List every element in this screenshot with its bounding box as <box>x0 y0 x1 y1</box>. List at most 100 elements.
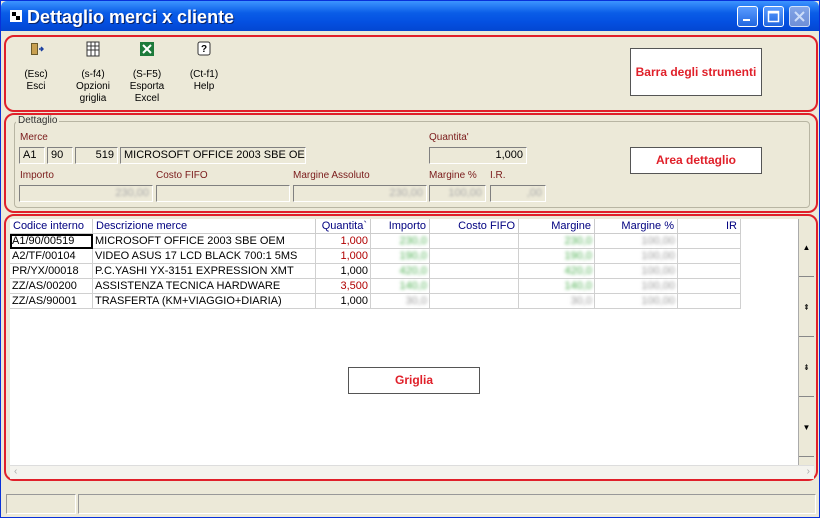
vertical-scrollbar[interactable]: ▲ ⇞ ⇟ ▼ <box>798 219 814 465</box>
cell-margine-pct[interactable]: 100,00 <box>594 233 678 249</box>
cell-descrizione[interactable]: ASSISTENZA TECNICA HARDWARE <box>92 278 316 294</box>
exit-label: Esci <box>26 81 46 92</box>
cell-costo[interactable] <box>429 233 519 249</box>
svg-text:?: ? <box>201 44 207 55</box>
scroll-left-icon[interactable]: ‹ <box>14 466 17 477</box>
merce-description-field[interactable]: MICROSOFT OFFICE 2003 SBE OEM <box>120 147 306 164</box>
scroll-page-down-button[interactable]: ⇟ <box>799 339 814 397</box>
exit-door-icon <box>31 43 45 55</box>
cell-importo[interactable]: 420,0 <box>370 263 430 279</box>
col-codice[interactable]: Codice interno <box>10 219 93 234</box>
cell-importo[interactable]: 190,0 <box>370 248 430 264</box>
data-table: Codice interno Descrizione merce Quantit… <box>10 219 741 309</box>
cell-margine[interactable]: 30,0 <box>518 293 595 309</box>
export-excel-button[interactable]: (S-F5) Esporta Excel <box>117 41 177 105</box>
cell-ir[interactable] <box>677 233 741 249</box>
cell-codice[interactable]: PR/YX/00018 <box>10 263 93 279</box>
close-button[interactable] <box>789 6 810 27</box>
cell-ir[interactable] <box>677 278 741 294</box>
margine-assoluto-label: Margine Assoluto <box>293 170 370 181</box>
scroll-last-button[interactable]: ▼ <box>799 399 814 457</box>
cell-codice[interactable]: A2/TF/00104 <box>10 248 93 264</box>
table-row[interactable]: ZZ/AS/00200 ASSISTENZA TECNICA HARDWARE … <box>10 278 741 294</box>
margine-assoluto-field[interactable]: 230,00 <box>293 185 427 202</box>
quantita-field[interactable]: 1,000 <box>429 147 527 164</box>
scroll-right-icon[interactable]: › <box>807 466 810 477</box>
margine-assoluto-value: 230,00 <box>389 187 423 199</box>
help-shortcut: (Ct-f1) <box>189 69 219 80</box>
margine-pct-value: 100,00 <box>448 187 482 199</box>
cell-descrizione[interactable]: TRASFERTA (KM+VIAGGIO+DIARIA) <box>92 293 316 309</box>
merce-code3-field[interactable]: 519 <box>75 147 118 164</box>
merce-code1-field[interactable]: A1 <box>19 147 45 164</box>
cell-margine-pct[interactable]: 100,00 <box>594 263 678 279</box>
horizontal-scrollbar[interactable]: ‹ › <box>10 465 814 479</box>
cell-quantita[interactable]: 1,000 <box>315 293 371 309</box>
cell-quantita[interactable]: 3,500 <box>315 278 371 294</box>
cell-margine[interactable]: 190,0 <box>518 248 595 264</box>
cell-codice[interactable]: ZZ/AS/90001 <box>10 293 93 309</box>
cell-margine-pct[interactable]: 100,00 <box>594 293 678 309</box>
cell-costo[interactable] <box>429 263 519 279</box>
cell-margine[interactable]: 140,0 <box>518 278 595 294</box>
cell-descrizione[interactable]: P.C.YASHI YX-3151 EXPRESSION XMT <box>92 263 316 279</box>
exit-button[interactable]: (Esc) Esci <box>6 41 66 93</box>
costo-fifo-label: Costo FIFO <box>156 170 208 181</box>
cell-ir[interactable] <box>677 248 741 264</box>
cell-ir[interactable] <box>677 293 741 309</box>
cell-descrizione[interactable]: MICROSOFT OFFICE 2003 SBE OEM <box>92 233 316 249</box>
title-bar[interactable]: Dettaglio merci x cliente <box>1 1 819 31</box>
ir-field[interactable]: ,00 <box>490 185 546 202</box>
ir-value: ,00 <box>526 187 542 199</box>
data-grid[interactable]: Codice interno Descrizione merce Quantit… <box>10 219 798 465</box>
costo-fifo-field[interactable] <box>156 185 290 202</box>
cell-margine-pct[interactable]: 100,00 <box>594 248 678 264</box>
grid-options-shortcut: (s-f4) <box>81 69 105 80</box>
detail-panel: Dettaglio Merce A1 90 519 MICROSOFT OFFI… <box>4 113 818 213</box>
help-button[interactable]: ? (Ct-f1) Help <box>174 41 234 93</box>
table-header: Codice interno Descrizione merce Quantit… <box>10 219 741 234</box>
cell-ir[interactable] <box>677 263 741 279</box>
cell-quantita[interactable]: 1,000 <box>315 248 371 264</box>
cell-descrizione[interactable]: VIDEO ASUS 17 LCD BLACK 700:1 5MS <box>92 248 316 264</box>
importo-value: 230,00 <box>115 187 149 199</box>
arrow-down-icon: ▼ <box>802 423 811 432</box>
scroll-first-button[interactable]: ▲ <box>799 219 814 277</box>
cell-importo[interactable]: 140,0 <box>370 278 430 294</box>
cell-importo[interactable]: 30,0 <box>370 293 430 309</box>
scroll-page-up-button[interactable]: ⇞ <box>799 279 814 337</box>
merce-code2-field[interactable]: 90 <box>47 147 73 164</box>
status-cell-2 <box>78 494 816 514</box>
grid-options-button[interactable]: (s-f4) Opzioni griglia <box>63 41 123 105</box>
cell-margine-pct[interactable]: 100,00 <box>594 278 678 294</box>
cell-quantita[interactable]: 1,000 <box>315 263 371 279</box>
cell-costo[interactable] <box>429 293 519 309</box>
table-row[interactable]: ZZ/AS/90001 TRASFERTA (KM+VIAGGIO+DIARIA… <box>10 293 741 309</box>
minimize-button[interactable] <box>737 6 758 27</box>
cell-importo[interactable]: 230,0 <box>370 233 430 249</box>
exit-shortcut: (Esc) <box>24 69 48 80</box>
table-row[interactable]: PR/YX/00018 P.C.YASHI YX-3151 EXPRESSION… <box>10 263 741 279</box>
col-ir[interactable]: IR <box>677 219 741 234</box>
grid-callout: Griglia <box>348 367 480 394</box>
cell-costo[interactable] <box>429 248 519 264</box>
table-row[interactable]: A1/90/00519 MICROSOFT OFFICE 2003 SBE OE… <box>10 233 741 249</box>
col-costo-fifo[interactable]: Costo FIFO <box>429 219 519 234</box>
col-descrizione[interactable]: Descrizione merce <box>92 219 316 234</box>
table-row[interactable]: A2/TF/00104 VIDEO ASUS 17 LCD BLACK 700:… <box>10 248 741 264</box>
col-quantita[interactable]: Quantita` <box>315 219 371 234</box>
merce-label: Merce <box>20 132 48 143</box>
grid-panel: Codice interno Descrizione merce Quantit… <box>4 214 818 481</box>
col-margine-pct[interactable]: Margine % <box>594 219 678 234</box>
cell-margine[interactable]: 420,0 <box>518 263 595 279</box>
cell-quantita[interactable]: 1,000 <box>315 233 371 249</box>
cell-codice[interactable]: A1/90/00519 <box>10 233 93 249</box>
maximize-button[interactable] <box>763 6 784 27</box>
margine-pct-field[interactable]: 100,00 <box>429 185 486 202</box>
cell-margine[interactable]: 230,0 <box>518 233 595 249</box>
cell-codice[interactable]: ZZ/AS/00200 <box>10 278 93 294</box>
col-importo[interactable]: Importo <box>370 219 430 234</box>
importo-field[interactable]: 230,00 <box>19 185 153 202</box>
cell-costo[interactable] <box>429 278 519 294</box>
col-margine[interactable]: Margine <box>518 219 595 234</box>
